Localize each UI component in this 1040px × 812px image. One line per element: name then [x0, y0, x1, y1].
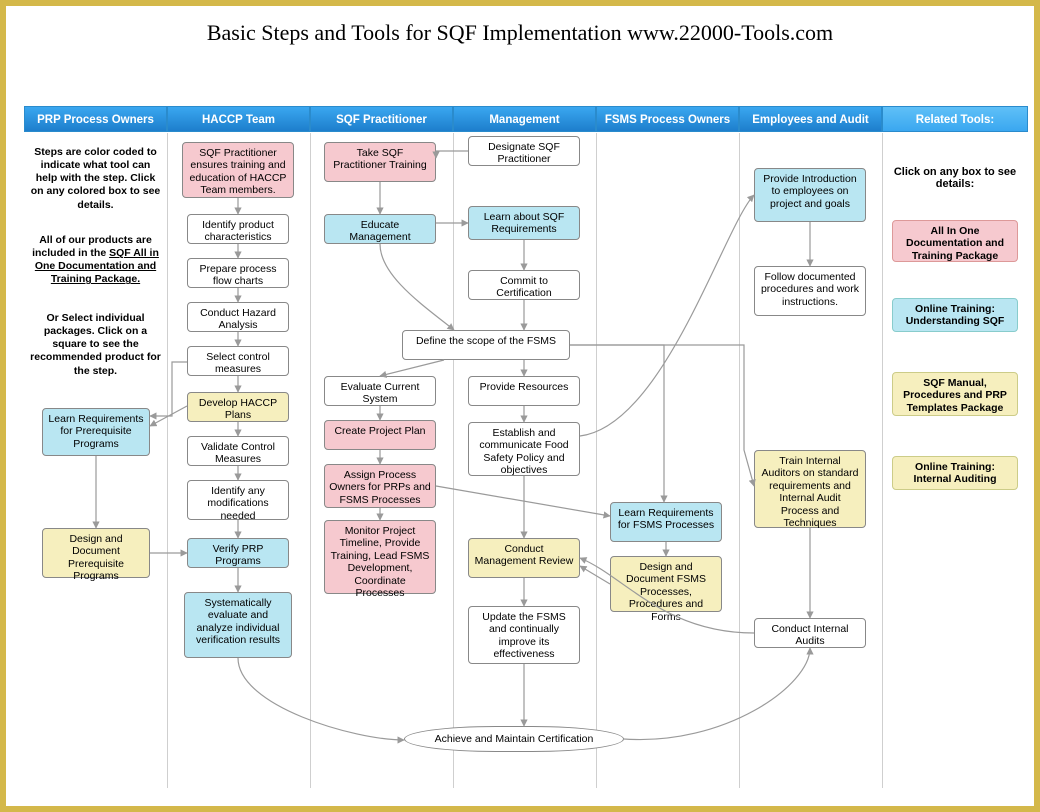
tool-online-audit[interactable]: Online Training: Internal Auditing — [892, 456, 1018, 490]
mgmt-update[interactable]: Update the FSMS and continually improve … — [468, 606, 580, 664]
tool-allinone[interactable]: All In One Documentation and Training Pa… — [892, 220, 1018, 262]
intro-p2: All of our products are included in the … — [30, 234, 161, 287]
emp-intro[interactable]: Provide Introduction to employees on pro… — [754, 168, 866, 222]
mgmt-learn[interactable]: Learn about SQF Requirements — [468, 206, 580, 240]
lane-fsms: FSMS Process Owners — [596, 106, 739, 132]
emp-follow[interactable]: Follow documented procedures and work in… — [754, 266, 866, 316]
lane-mgmt: Management — [453, 106, 596, 132]
intro-p1: Steps are color coded to indicate what t… — [30, 146, 161, 212]
fsms-learn[interactable]: Learn Requirements for FSMS Processes — [610, 502, 722, 542]
intro-p3: Or Select individual packages. Click on … — [30, 312, 161, 378]
sqf-take[interactable]: Take SQF Practitioner Training — [324, 142, 436, 182]
emp-train[interactable]: Train Internal Auditors on standard requ… — [754, 450, 866, 528]
haccp-valid[interactable]: Validate Control Measures — [187, 436, 289, 466]
sqf-eval[interactable]: Evaluate Current System — [324, 376, 436, 406]
tool-online-understanding[interactable]: Online Training: Understanding SQF — [892, 298, 1018, 332]
tool-manual[interactable]: SQF Manual, Procedures and PRP Templates… — [892, 372, 1018, 416]
ellipse-achieve[interactable]: Achieve and Maintain Certification — [404, 726, 624, 752]
mgmt-res[interactable]: Provide Resources — [468, 376, 580, 406]
sqf-monitor[interactable]: Monitor Project Timeline, Provide Traini… — [324, 520, 436, 594]
lane-tools: Related Tools: — [882, 106, 1028, 132]
haccp-flow[interactable]: Prepare process flow charts — [187, 258, 289, 288]
mgmt-policy[interactable]: Establish and communicate Food Safety Po… — [468, 422, 580, 476]
sqf-plan[interactable]: Create Project Plan — [324, 420, 436, 450]
lane-prp: PRP Process Owners — [24, 106, 167, 132]
haccp-train[interactable]: SQF Practitioner ensures training and ed… — [182, 142, 294, 198]
haccp-dev[interactable]: Develop HACCP Plans — [187, 392, 289, 422]
sqf-edu[interactable]: Educate Management — [324, 214, 436, 244]
sqf-assign[interactable]: Assign Process Owners for PRPs and FSMS … — [324, 464, 436, 508]
mgmt-commit[interactable]: Commit to Certification — [468, 270, 580, 300]
haccp-select[interactable]: Select control measures — [187, 346, 289, 376]
haccp-verify[interactable]: Verify PRP Programs — [187, 538, 289, 568]
emp-audit[interactable]: Conduct Internal Audits — [754, 618, 866, 648]
haccp-ident[interactable]: Identify product characteristics — [187, 214, 289, 244]
haccp-mods[interactable]: Identify any modifications needed — [187, 480, 289, 520]
prp-learn[interactable]: Learn Requirements for Prerequisite Prog… — [42, 408, 150, 456]
mgmt-desig[interactable]: Designate SQF Practitioner — [468, 136, 580, 166]
mgmt-scope[interactable]: Define the scope of the FSMS — [402, 330, 570, 360]
tools-hdr: Click on any box to see details: — [892, 166, 1018, 190]
page-title: Basic Steps and Tools for SQF Implementa… — [6, 6, 1034, 52]
lane-emp: Employees and Audit Team — [739, 106, 882, 132]
mgmt-review[interactable]: Conduct Management Review — [468, 538, 580, 578]
lane-sqf: SQF Practitioner — [310, 106, 453, 132]
swimlane-area: PRP Process Owners HACCP Team SQF Practi… — [24, 106, 1016, 788]
lane-haccp: HACCP Team — [167, 106, 310, 132]
fsms-design[interactable]: Design and Document FSMS Processes, Proc… — [610, 556, 722, 612]
haccp-sys[interactable]: Systematically evaluate and analyze indi… — [184, 592, 292, 658]
prp-design[interactable]: Design and Document Prerequisite Program… — [42, 528, 150, 578]
haccp-hazard[interactable]: Conduct Hazard Analysis — [187, 302, 289, 332]
